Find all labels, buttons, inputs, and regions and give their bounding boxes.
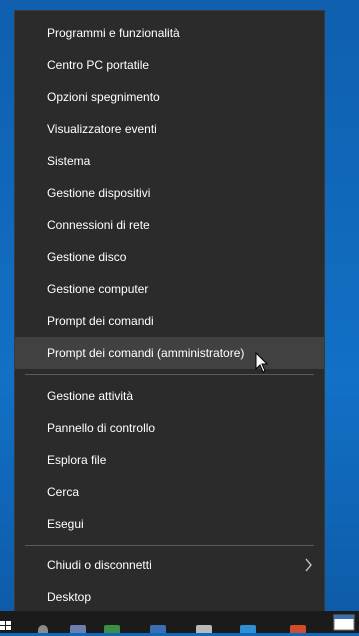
mouse-pointer-icon — [255, 351, 269, 374]
menu-item-esegui[interactable]: Esegui — [15, 508, 324, 540]
menu-item-label: Gestione attività — [47, 389, 134, 403]
menu-item-label: Cerca — [47, 485, 80, 499]
menu-item-label: Prompt dei comandi — [47, 314, 154, 328]
menu-item-label: Gestione computer — [47, 282, 149, 296]
menu-item-gestione-computer[interactable]: Gestione computer — [15, 273, 324, 305]
taskbar-app-icon[interactable] — [240, 625, 256, 633]
menu-separator — [25, 545, 314, 546]
menu-item-prompt-dei-comandi-amministratore[interactable]: Prompt dei comandi (amministratore) — [15, 337, 324, 369]
menu-item-esplora-file[interactable]: Esplora file — [15, 444, 324, 476]
menu-separator — [25, 374, 314, 375]
menu-item-label: Sistema — [47, 154, 91, 168]
menu-item-desktop[interactable]: Desktop — [15, 581, 324, 613]
menu-item-label: Desktop — [47, 590, 92, 604]
taskbar-app-icon[interactable] — [290, 625, 306, 633]
menu-item-gestione-attivita[interactable]: Gestione attività — [15, 380, 324, 412]
menu-item-label: Pannello di controllo — [47, 421, 156, 435]
window-thumbnail-icon[interactable] — [333, 613, 355, 631]
search-icon[interactable] — [38, 625, 48, 633]
taskbar-app-icon[interactable] — [150, 625, 166, 633]
menu-item-label: Gestione dispositivi — [47, 186, 151, 200]
menu-item-label: Esplora file — [47, 453, 107, 467]
windows-logo-icon[interactable] — [0, 621, 12, 631]
menu-item-label: Gestione disco — [47, 250, 127, 264]
menu-item-connessioni-di-rete[interactable]: Connessioni di rete — [15, 209, 324, 241]
menu-item-label: Visualizzatore eventi — [47, 122, 157, 136]
menu-item-prompt-dei-comandi[interactable]: Prompt dei comandi — [15, 305, 324, 337]
menu-item-pannello-di-controllo[interactable]: Pannello di controllo — [15, 412, 324, 444]
menu-item-label: Centro PC portatile — [47, 58, 150, 72]
menu-item-visualizzatore-eventi[interactable]: Visualizzatore eventi — [15, 113, 324, 145]
menu-item-gestione-disco[interactable]: Gestione disco — [15, 241, 324, 273]
menu-item-sistema[interactable]: Sistema — [15, 145, 324, 177]
menu-item-label: Opzioni spegnimento — [47, 90, 160, 104]
taskbar-app-icon[interactable] — [104, 625, 120, 633]
menu-item-centro-pc-portatile[interactable]: Centro PC portatile — [15, 49, 324, 81]
menu-item-chiudi-o-disconnetti[interactable]: Chiudi o disconnetti — [15, 549, 324, 581]
task-view-icon[interactable] — [70, 625, 86, 633]
menu-item-opzioni-spegnimento[interactable]: Opzioni spegnimento — [15, 81, 324, 113]
menu-item-gestione-dispositivi[interactable]: Gestione dispositivi — [15, 177, 324, 209]
menu-item-programmi-e-funzionalita[interactable]: Programmi e funzionalità — [15, 17, 324, 49]
menu-item-label: Connessioni di rete — [47, 218, 150, 232]
menu-item-label: Prompt dei comandi (amministratore) — [47, 346, 245, 360]
taskbar — [0, 611, 359, 633]
chevron-right-icon — [302, 549, 314, 581]
menu-item-label: Esegui — [47, 517, 84, 531]
menu-item-label: Programmi e funzionalità — [47, 26, 180, 40]
menu-item-label: Chiudi o disconnetti — [47, 558, 152, 572]
menu-item-cerca[interactable]: Cerca — [15, 476, 324, 508]
winx-context-menu: Programmi e funzionalità Centro PC porta… — [14, 10, 325, 623]
taskbar-app-icon[interactable] — [196, 625, 212, 633]
